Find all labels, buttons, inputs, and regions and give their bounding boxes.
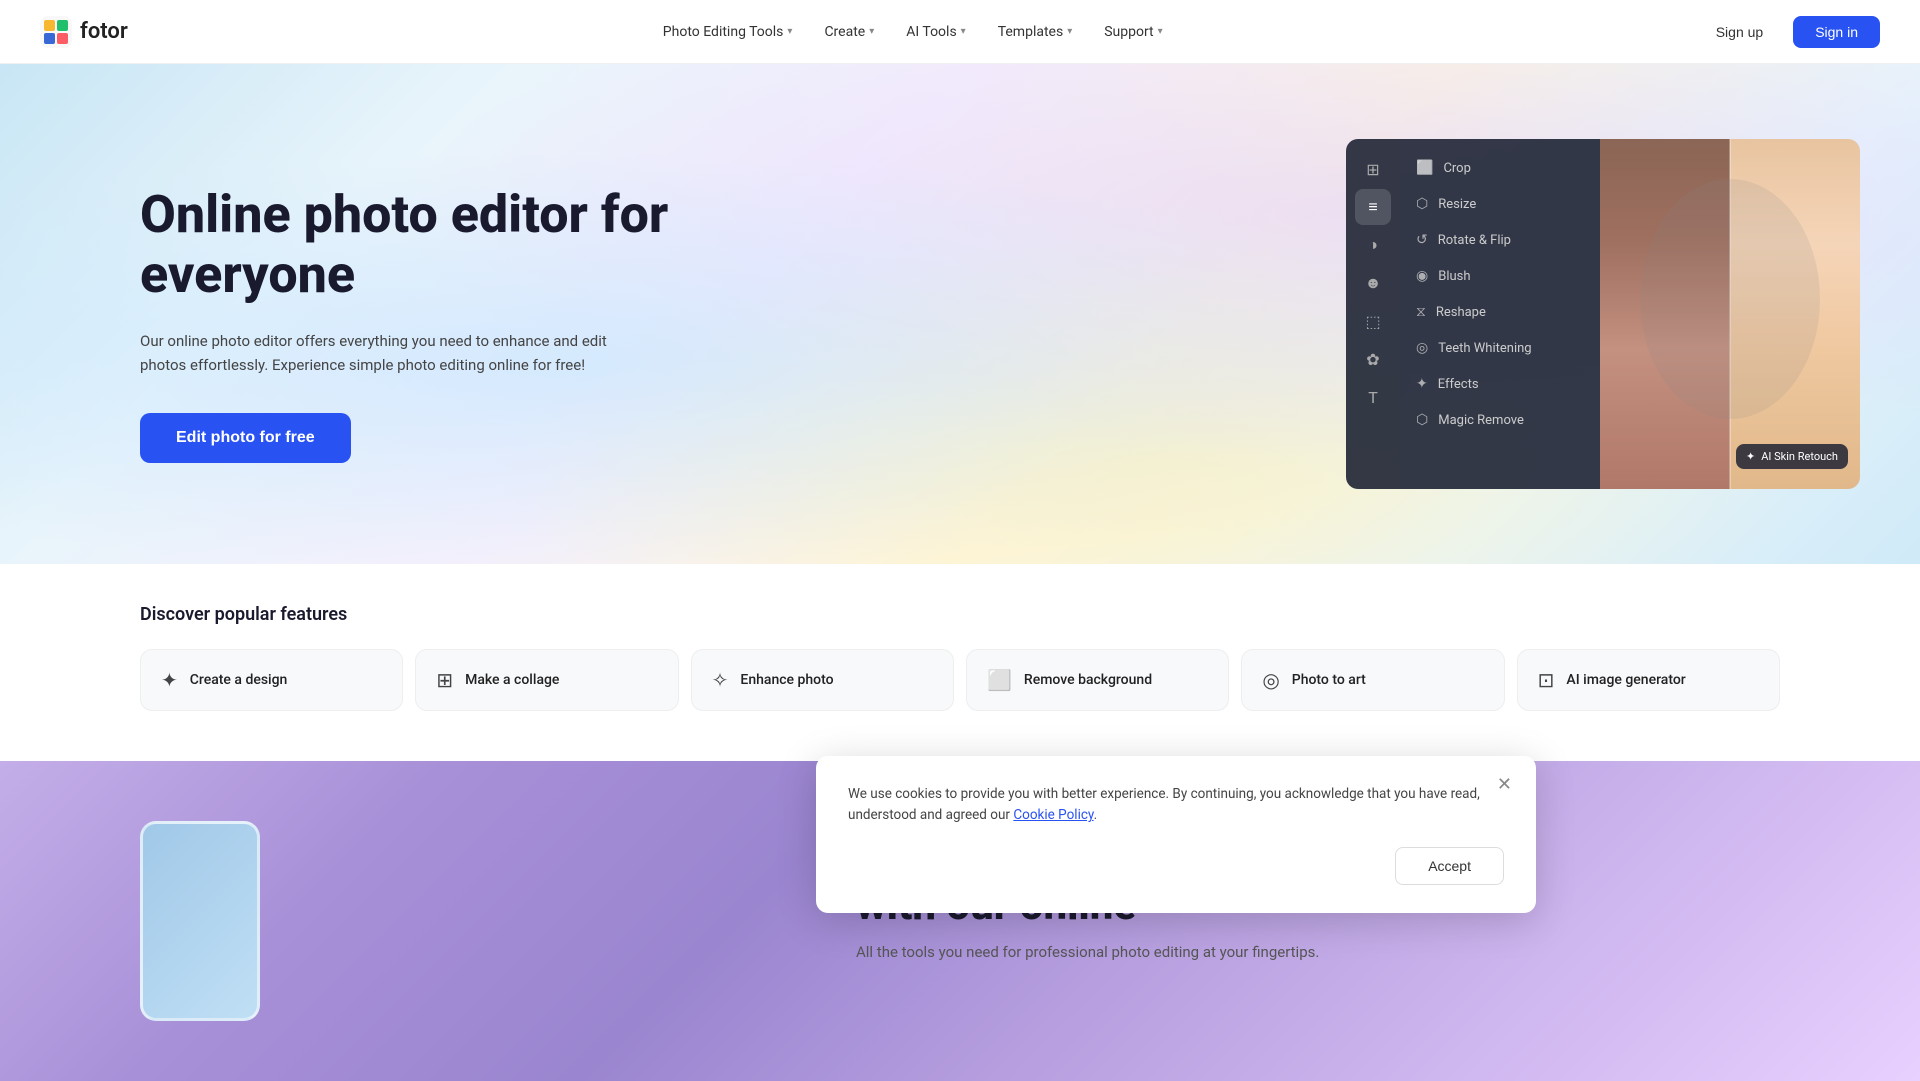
effects-icon: ✦ <box>1416 376 1428 392</box>
crop-icon: ⬜ <box>1416 160 1433 176</box>
editor-panel: ⊞ ≡ ◑ ☻ ⬚ ✿ T ⬜ Crop ⬡ Resize ↺ Rotate &… <box>1346 139 1860 489</box>
accept-cookies-button[interactable]: Accept <box>1395 847 1504 885</box>
nav-links: Photo Editing Tools ▾ Create ▾ AI Tools … <box>649 16 1177 48</box>
hero-content: Online photo editor for everyone Our onl… <box>140 185 740 463</box>
create-design-icon: ✦ <box>161 668 178 692</box>
photo-to-art-icon: ◎ <box>1262 668 1279 692</box>
sidebar-filter-icon[interactable]: ◑ <box>1355 227 1391 263</box>
blush-icon: ◉ <box>1416 268 1428 284</box>
cta-button[interactable]: Edit photo for free <box>140 413 351 463</box>
cookie-actions: Accept <box>848 847 1504 885</box>
chevron-down-icon: ▾ <box>1067 26 1072 37</box>
feature-card-label: Create a design <box>190 672 288 688</box>
menu-item-teeth-whitening[interactable]: ◎ Teeth Whitening <box>1400 331 1600 365</box>
remove-bg-icon: ⬜ <box>987 668 1012 692</box>
enhance-photo-icon: ✧ <box>712 668 729 692</box>
resize-icon: ⬡ <box>1416 196 1428 212</box>
features-grid: ✦ Create a design ⊞ Make a collage ✧ Enh… <box>140 649 1780 711</box>
feature-ai-image-generator[interactable]: ⊡ AI image generator <box>1517 649 1780 711</box>
menu-item-magic-remove[interactable]: ⬡ Magic Remove <box>1400 403 1600 437</box>
menu-item-reshape[interactable]: ⧖ Reshape <box>1400 295 1600 329</box>
menu-item-blush[interactable]: ◉ Blush <box>1400 259 1600 293</box>
sidebar-frame-icon[interactable]: ⬚ <box>1355 303 1391 339</box>
cookie-text: We use cookies to provide you with bette… <box>848 784 1504 827</box>
menu-item-crop[interactable]: ⬜ Crop <box>1400 151 1600 185</box>
phone-mockup <box>140 821 260 1021</box>
logo[interactable]: fotor <box>40 16 128 48</box>
rotate-icon: ↺ <box>1416 232 1428 248</box>
nav-actions: Sign up Sign in <box>1698 16 1880 48</box>
bottom-left-visual <box>140 821 796 1021</box>
sidebar-adjust-icon[interactable]: ≡ <box>1355 189 1391 225</box>
logo-text: fotor <box>80 19 128 44</box>
menu-item-effects[interactable]: ✦ Effects <box>1400 367 1600 401</box>
chevron-down-icon: ▾ <box>787 26 792 37</box>
signin-button[interactable]: Sign in <box>1793 16 1880 48</box>
sidebar-text-icon[interactable]: T <box>1355 379 1391 415</box>
make-collage-icon: ⊞ <box>436 668 453 692</box>
ai-image-gen-icon: ⊡ <box>1538 668 1555 692</box>
hero-subtitle: Our online photo editor offers everythin… <box>140 329 640 377</box>
chevron-down-icon: ▾ <box>1158 26 1163 37</box>
editor-sidebar: ⊞ ≡ ◑ ☻ ⬚ ✿ T <box>1346 139 1400 489</box>
face-illustration <box>1600 139 1860 489</box>
feature-photo-to-art[interactable]: ◎ Photo to art <box>1241 649 1504 711</box>
editor-photo: ✦ AI Skin Retouch <box>1600 139 1860 489</box>
features-title: Discover popular features <box>140 604 1780 625</box>
feature-make-collage[interactable]: ⊞ Make a collage <box>415 649 678 711</box>
feature-card-label: Photo to art <box>1292 672 1366 688</box>
editor-menu: ⬜ Crop ⬡ Resize ↺ Rotate & Flip ◉ Blush … <box>1400 139 1600 489</box>
nav-support[interactable]: Support ▾ <box>1090 16 1176 48</box>
feature-card-label: AI image generator <box>1566 672 1685 688</box>
hero-title: Online photo editor for everyone <box>140 185 740 305</box>
cookie-close-button[interactable]: ✕ <box>1489 770 1520 799</box>
sidebar-sticker-icon[interactable]: ✿ <box>1355 341 1391 377</box>
feature-remove-background[interactable]: ⬜ Remove background <box>966 649 1229 711</box>
nav-templates[interactable]: Templates ▾ <box>984 16 1087 48</box>
menu-item-rotate-flip[interactable]: ↺ Rotate & Flip <box>1400 223 1600 257</box>
hero-section: Online photo editor for everyone Our onl… <box>0 64 1920 564</box>
feature-enhance-photo[interactable]: ✧ Enhance photo <box>691 649 954 711</box>
nav-ai-tools[interactable]: AI Tools ▾ <box>892 16 979 48</box>
face-svg-overlay <box>1600 139 1860 489</box>
feature-card-label: Enhance photo <box>740 672 833 688</box>
cookie-banner: ✕ We use cookies to provide you with bet… <box>816 756 1536 913</box>
chevron-down-icon: ▾ <box>869 26 874 37</box>
teeth-whitening-icon: ◎ <box>1416 340 1428 356</box>
fotor-logo-icon <box>40 16 72 48</box>
ai-skin-retouch-badge: ✦ AI Skin Retouch <box>1736 444 1848 469</box>
ai-icon: ✦ <box>1746 450 1755 463</box>
chevron-down-icon: ▾ <box>961 26 966 37</box>
feature-create-a-design[interactable]: ✦ Create a design <box>140 649 403 711</box>
menu-item-resize[interactable]: ⬡ Resize <box>1400 187 1600 221</box>
sidebar-apps-icon[interactable]: ⊞ <box>1355 151 1391 187</box>
sidebar-face-icon[interactable]: ☻ <box>1355 265 1391 301</box>
cookie-policy-link[interactable]: Cookie Policy <box>1013 807 1093 823</box>
reshape-icon: ⧖ <box>1416 304 1426 320</box>
nav-create[interactable]: Create ▾ <box>810 16 888 48</box>
magic-remove-icon: ⬡ <box>1416 412 1428 428</box>
feature-card-label: Remove background <box>1024 672 1152 688</box>
signup-button[interactable]: Sign up <box>1698 16 1781 48</box>
feature-card-label: Make a collage <box>465 672 559 688</box>
features-section: Discover popular features ✦ Create a des… <box>0 564 1920 761</box>
bottom-subtitle: All the tools you need for professional … <box>856 943 1780 961</box>
nav-photo-editing-tools[interactable]: Photo Editing Tools ▾ <box>649 16 807 48</box>
navbar: fotor Photo Editing Tools ▾ Create ▾ AI … <box>0 0 1920 64</box>
